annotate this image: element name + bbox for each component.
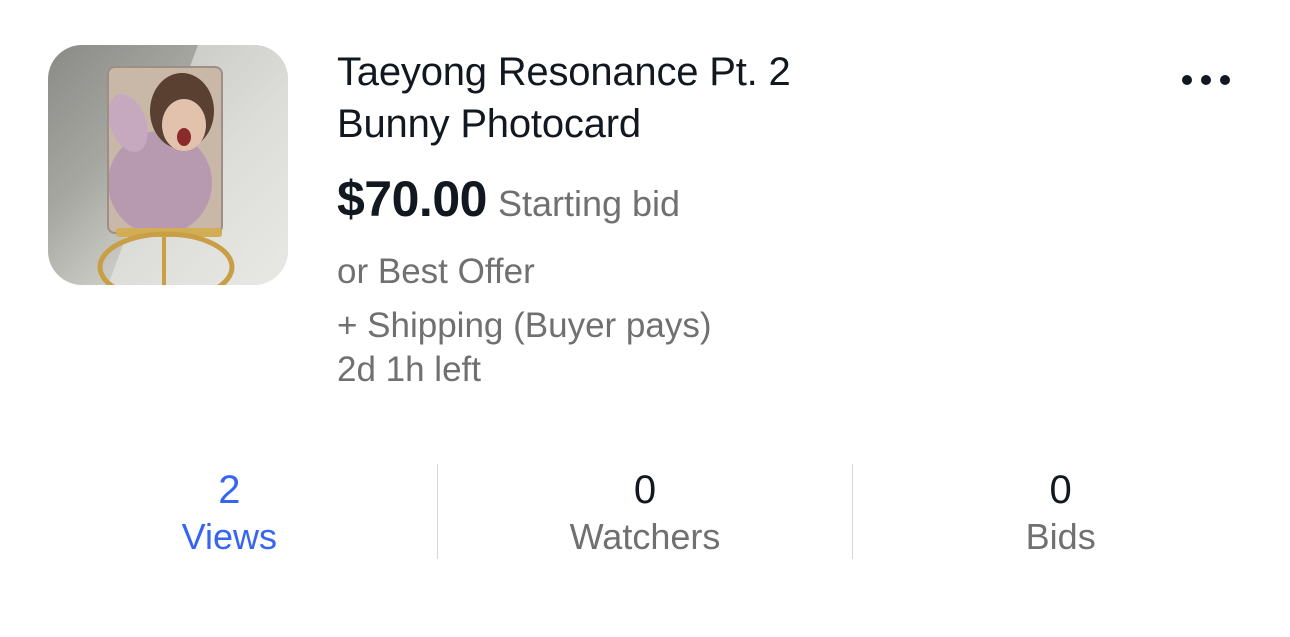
dot	[1201, 75, 1211, 85]
best-offer-text: or Best Offer	[337, 252, 535, 291]
listing-title[interactable]: Taeyong Resonance Pt. 2 Bunny Photocard	[337, 46, 1057, 150]
title-line-2: Bunny Photocard	[337, 102, 641, 146]
more-options-button[interactable]	[1170, 58, 1242, 102]
price: $70.00	[337, 171, 487, 227]
shipping-text: + Shipping (Buyer pays)	[337, 306, 712, 345]
stat-watchers[interactable]: 0 Watchers	[436, 464, 853, 559]
stat-label: Watchers	[569, 516, 721, 557]
stat-label: Bids	[1025, 516, 1096, 557]
dot	[1220, 75, 1230, 85]
stat-value: 2	[218, 468, 241, 512]
listing-card: Taeyong Resonance Pt. 2 Bunny Photocard …	[0, 0, 1290, 637]
price-type: Starting bid	[497, 183, 681, 224]
dot	[1182, 75, 1192, 85]
stat-bids[interactable]: 0 Bids	[852, 464, 1268, 559]
stat-value: 0	[633, 468, 657, 512]
title-line-1: Taeyong Resonance Pt. 2	[337, 50, 791, 94]
stat-label: Views	[181, 516, 278, 557]
more-horizontal-icon	[1182, 75, 1230, 85]
stat-views[interactable]: 2 Views	[22, 464, 437, 559]
photocard-image	[97, 45, 288, 285]
listing-stats: 2 Views 0 Watchers 0 Bids	[22, 464, 1268, 559]
price-row: $70.00 Starting bid	[337, 170, 680, 230]
listing-thumbnail[interactable]	[48, 45, 288, 285]
stat-value: 0	[1049, 468, 1072, 512]
time-left-text: 2d 1h left	[337, 350, 481, 389]
